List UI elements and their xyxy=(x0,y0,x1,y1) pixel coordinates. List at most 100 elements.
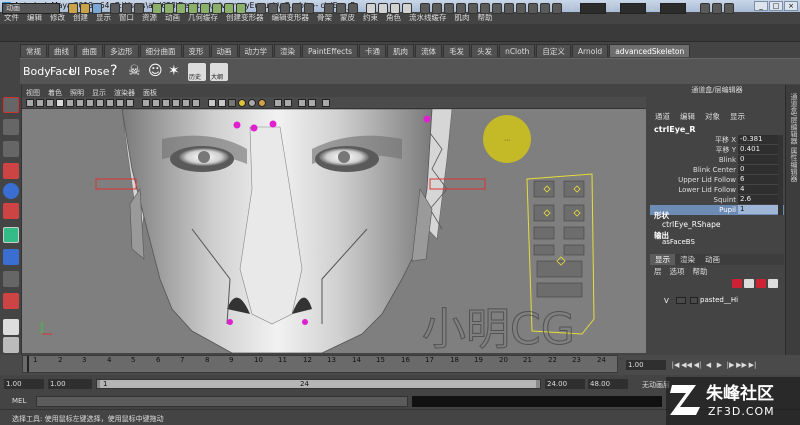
scale-tool-icon[interactable] xyxy=(3,203,19,219)
start-time-field[interactable]: 1.00 xyxy=(4,379,44,389)
cb-menu-edit[interactable]: 编辑 xyxy=(675,112,700,122)
anti-alias-icon[interactable] xyxy=(274,99,282,107)
hud-icon[interactable] xyxy=(298,99,306,107)
go-to-start-button[interactable]: |◀ xyxy=(670,360,681,370)
show-channel-box-icon[interactable] xyxy=(724,3,734,14)
ambient-occlusion-icon[interactable] xyxy=(248,99,256,107)
shelf-tab[interactable]: 动力学 xyxy=(238,44,273,57)
shelf-tab[interactable]: 多边形 xyxy=(104,44,139,57)
relative-transform-icon[interactable] xyxy=(480,3,490,14)
z-field[interactable] xyxy=(660,3,686,14)
camera-select-icon[interactable] xyxy=(26,99,34,107)
highlight-selection-icon[interactable] xyxy=(456,3,466,14)
cb-menu-show[interactable]: 显示 xyxy=(725,112,750,122)
new-scene-icon[interactable] xyxy=(68,3,78,14)
channel-value[interactable]: 4 xyxy=(738,185,778,194)
channel-row[interactable]: Blink 0 xyxy=(650,155,784,165)
side-tab-attribute-editor[interactable]: 属性编辑器 xyxy=(789,147,799,182)
play-forwards-button[interactable]: ▶ xyxy=(714,360,725,370)
show-attribute-editor-icon[interactable] xyxy=(700,3,710,14)
pose-button[interactable]: Pose xyxy=(84,65,109,78)
input-line-icon[interactable] xyxy=(420,3,430,14)
dropdown-icon[interactable] xyxy=(432,3,442,14)
safe-action-icon[interactable] xyxy=(116,99,124,107)
go-to-end-button[interactable]: ▶| xyxy=(747,360,758,370)
shelf-tab[interactable]: Arnold xyxy=(571,44,609,57)
layer-menu-options[interactable]: 选项 xyxy=(666,266,689,277)
xray-icon[interactable] xyxy=(208,99,216,107)
face-icon[interactable]: ☺ xyxy=(148,63,163,79)
film-gate-icon[interactable] xyxy=(76,99,84,107)
xray-joints-icon[interactable] xyxy=(218,99,226,107)
channel-box-scrollbar[interactable] xyxy=(778,135,783,215)
step-forward-key-button[interactable]: ▶▶ xyxy=(736,360,747,370)
layer-color-swatch[interactable] xyxy=(690,297,698,304)
control-point[interactable] xyxy=(227,319,233,325)
move-down-layer-icon[interactable] xyxy=(768,279,778,288)
last-tool-icon[interactable] xyxy=(3,271,19,287)
control-point[interactable] xyxy=(423,115,431,123)
textured-icon[interactable] xyxy=(172,99,180,107)
viewport2-icon[interactable] xyxy=(322,99,330,107)
channel-value[interactable]: 0 xyxy=(738,155,778,164)
manipulator-icon[interactable] xyxy=(3,227,19,243)
channel-value[interactable]: 2.6 xyxy=(738,195,778,204)
channel-row[interactable]: Blink Center 0 xyxy=(650,165,784,175)
lasso-tool-icon[interactable] xyxy=(3,119,19,135)
quick-select-sets-icon[interactable] xyxy=(528,3,538,14)
select-dynamics-icon[interactable] xyxy=(212,3,222,14)
select-joints-icon[interactable] xyxy=(164,3,174,14)
select-rendering-icon[interactable] xyxy=(224,3,234,14)
select-by-name-icon[interactable] xyxy=(504,3,514,14)
perspective-viewport[interactable]: ⋯ 小明CG xyxy=(22,109,646,353)
transform-constraints-icon[interactable] xyxy=(552,3,562,14)
save-scene-icon[interactable] xyxy=(92,3,102,14)
output-node-name[interactable]: asFaceBS xyxy=(662,238,695,246)
step-back-frame-button[interactable]: ◀| xyxy=(692,360,703,370)
paint-tool-icon[interactable] xyxy=(3,293,19,309)
ui-button[interactable]: UI xyxy=(69,65,80,78)
channel-value[interactable]: 1 xyxy=(738,205,778,214)
output-ops-icon[interactable] xyxy=(336,3,346,14)
sel-set-icon[interactable] xyxy=(540,3,550,14)
quick-select-icon[interactable] xyxy=(516,3,526,14)
body-button[interactable]: Body xyxy=(23,65,51,78)
open-scene-icon[interactable] xyxy=(80,3,90,14)
shape-name[interactable]: ctrlEye_RShape xyxy=(662,220,720,229)
snap-grid-icon[interactable] xyxy=(256,3,266,14)
layout-single-icon[interactable] xyxy=(3,319,19,335)
step-forward-frame-button[interactable]: |▶ xyxy=(725,360,736,370)
ipr-render-icon[interactable] xyxy=(390,3,400,14)
soft-mod-icon[interactable] xyxy=(3,249,19,265)
depth-of-field-icon[interactable] xyxy=(284,99,292,107)
layer-tab-anim[interactable]: 动画 xyxy=(700,254,725,265)
layer-menu-help[interactable]: 帮助 xyxy=(689,266,712,277)
smooth-shade-icon[interactable] xyxy=(152,99,160,107)
skull-icon[interactable]: ☠ xyxy=(128,63,141,79)
shelf-tab[interactable]: 毛发 xyxy=(443,44,471,57)
menu-set-select[interactable]: 动画 xyxy=(2,3,60,14)
y-field[interactable] xyxy=(620,3,646,14)
shelf-tab[interactable]: 常规 xyxy=(20,44,47,57)
channel-value[interactable]: 6 xyxy=(738,175,778,184)
image-plane-icon[interactable] xyxy=(56,99,64,107)
playback-start-field[interactable]: 1.00 xyxy=(48,379,92,389)
mel-label[interactable]: MEL xyxy=(12,397,26,405)
channel-row[interactable]: 平移 Y 0.401 xyxy=(650,145,784,155)
shelf-tab[interactable]: 曲线 xyxy=(48,44,75,57)
make-live-icon[interactable] xyxy=(304,3,314,14)
channel-value[interactable]: -0.381 xyxy=(738,135,778,144)
time-slider[interactable]: 1 2 3 4 5 6 7 8 9 10 11 12 13 14 15 16 1… xyxy=(22,355,618,373)
minimize-button[interactable]: _ xyxy=(754,1,768,11)
isolate-select-icon[interactable] xyxy=(228,99,236,107)
x-field[interactable] xyxy=(580,3,606,14)
shelf-tab-advancedskeleton[interactable]: advancedSkeleton xyxy=(609,44,691,57)
shelf-tab[interactable]: PaintEffects xyxy=(302,44,359,57)
paint-select-icon[interactable] xyxy=(3,141,19,157)
play-backwards-button[interactable]: ◀ xyxy=(703,360,714,370)
end-time-field[interactable]: 48.00 xyxy=(588,379,628,389)
channel-value[interactable]: 0 xyxy=(738,165,778,174)
layer-tab-render[interactable]: 渲染 xyxy=(675,254,700,265)
shelf-tab[interactable]: 变形 xyxy=(182,44,210,57)
shelf-tab[interactable]: 动画 xyxy=(210,44,238,57)
